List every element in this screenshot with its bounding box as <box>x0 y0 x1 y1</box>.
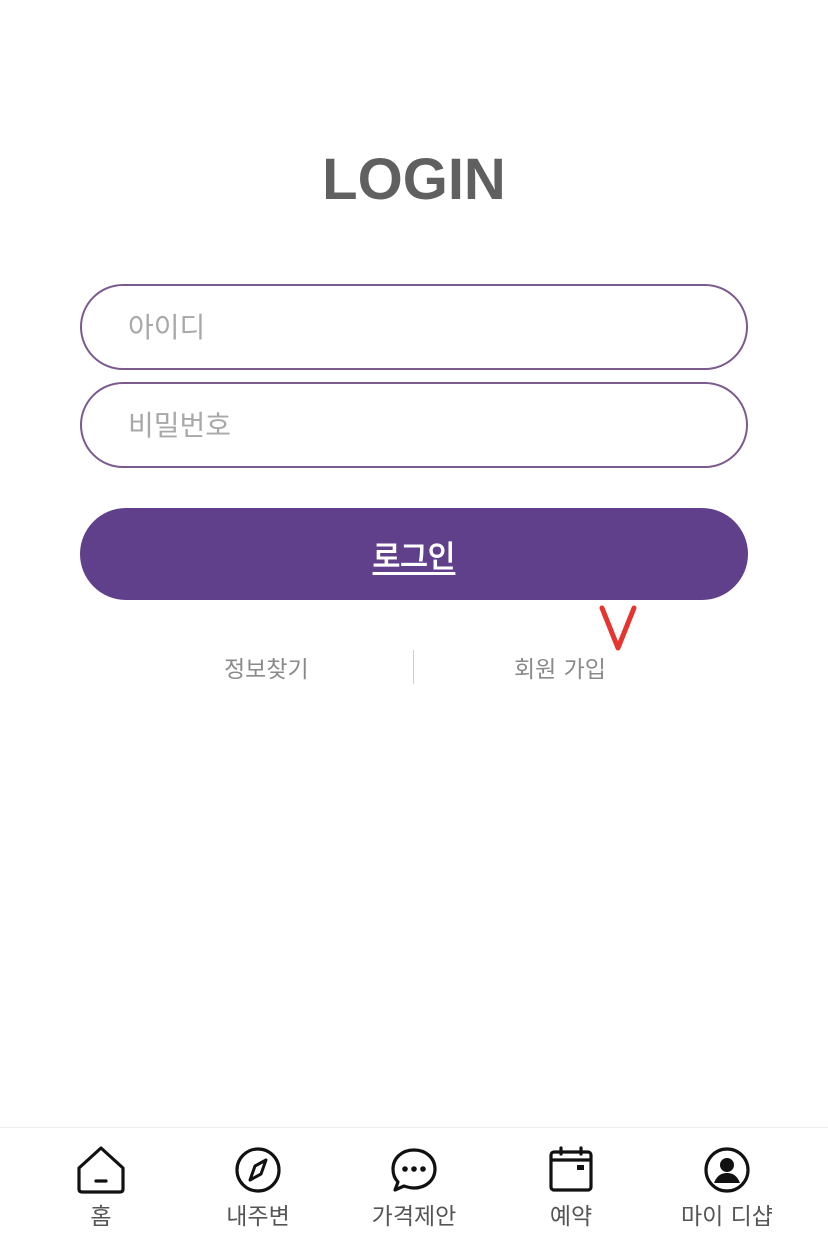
login-button[interactable]: 로그인 <box>80 508 748 600</box>
tab-booking[interactable]: 예약 <box>491 1128 651 1242</box>
tab-home[interactable]: 홈 <box>21 1128 181 1242</box>
home-icon <box>75 1145 127 1195</box>
tab-home-label: 홈 <box>90 1204 112 1230</box>
profile-icon <box>702 1145 752 1195</box>
find-info-link[interactable]: 정보찾기 <box>224 650 309 684</box>
password-field-container <box>80 382 748 468</box>
compass-icon <box>233 1145 283 1195</box>
tab-nearby-label: 내주변 <box>226 1204 290 1230</box>
tab-nearby[interactable]: 내주변 <box>178 1128 338 1242</box>
chat-bubble-icon <box>388 1145 440 1195</box>
id-field-container <box>80 284 748 370</box>
password-input[interactable] <box>82 384 746 466</box>
login-page: LOGIN 로그인 정보찾기 회원 가입 홈 <box>0 0 828 1242</box>
bottom-tab-bar: 홈 내주변 가격제안 예약 마이 디샵 <box>0 1127 828 1242</box>
tab-booking-label: 예약 <box>549 1204 593 1230</box>
signup-link[interactable]: 회원 가입 <box>514 650 606 684</box>
id-input[interactable] <box>82 286 746 368</box>
tab-price-offer[interactable]: 가격제안 <box>334 1128 494 1242</box>
account-links: 정보찾기 회원 가입 <box>0 644 828 688</box>
tab-my-dshop-label: 마이 디샵 <box>681 1204 773 1230</box>
links-divider <box>413 650 414 684</box>
calendar-icon <box>546 1145 596 1195</box>
page-title: LOGIN <box>322 147 506 212</box>
tab-price-offer-label: 가격제안 <box>371 1204 457 1230</box>
tab-my-dshop[interactable]: 마이 디샵 <box>647 1128 807 1242</box>
